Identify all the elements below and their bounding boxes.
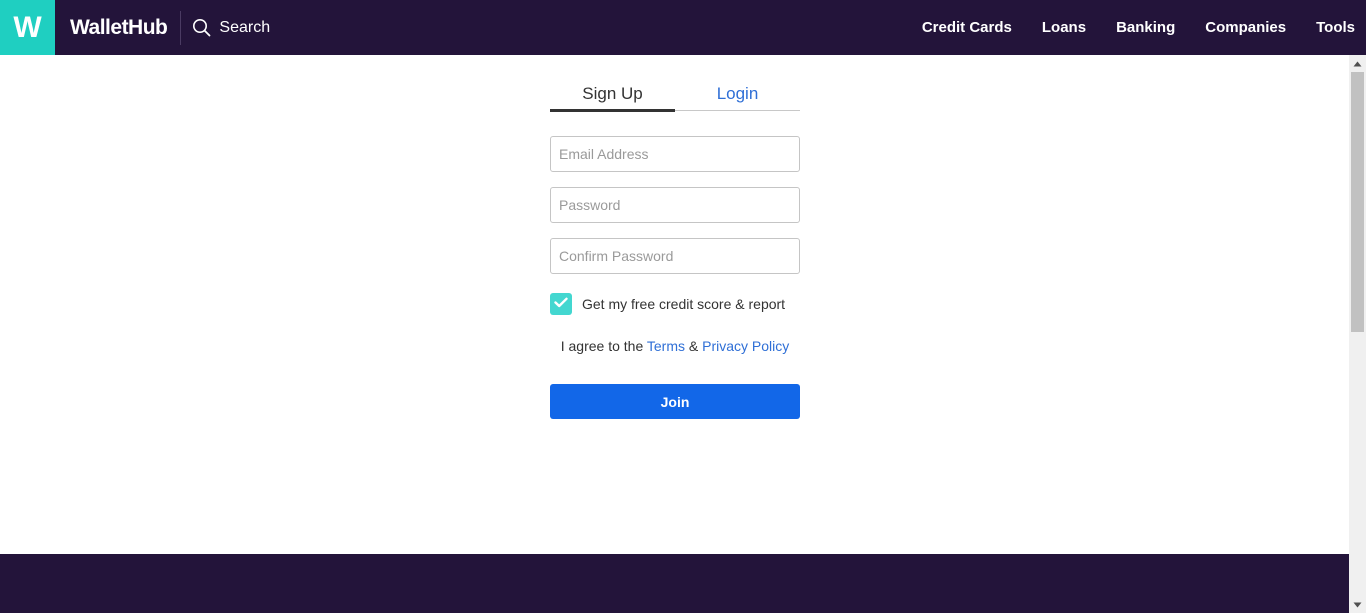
logo-letter: W <box>13 10 42 44</box>
nav-item-banking[interactable]: Banking <box>1116 2 1175 54</box>
join-button[interactable]: Join <box>550 384 800 419</box>
email-field[interactable] <box>550 136 800 172</box>
search-icon <box>192 18 211 37</box>
tab-login[interactable]: Login <box>675 78 800 110</box>
nav-item-tools[interactable]: Tools <box>1316 2 1355 54</box>
terms-link[interactable]: Terms <box>647 338 685 354</box>
brand-name[interactable]: WalletHub <box>70 10 182 45</box>
confirm-password-field[interactable] <box>550 238 800 274</box>
footer <box>0 554 1349 613</box>
search-label: Search <box>219 18 271 36</box>
signup-form: Sign Up Login Get my free credit score &… <box>550 78 800 419</box>
wallethub-logo-icon[interactable]: W <box>0 0 55 55</box>
auth-tabs: Sign Up Login <box>550 78 800 112</box>
privacy-policy-link[interactable]: Privacy Policy <box>702 338 789 354</box>
nav-item-loans[interactable]: Loans <box>1042 2 1086 54</box>
arrow-down-icon[interactable] <box>1349 596 1366 613</box>
page: W WalletHub Search Credit Cards Loans Ba… <box>0 0 1366 613</box>
top-header: W WalletHub Search Credit Cards Loans Ba… <box>0 0 1366 55</box>
password-field[interactable] <box>550 187 800 223</box>
vertical-scrollbar[interactable] <box>1349 55 1366 613</box>
main-nav: Credit Cards Loans Banking Companies Too… <box>892 0 1355 55</box>
credit-score-checkbox[interactable] <box>550 293 572 315</box>
scrollbar-thumb[interactable] <box>1351 72 1364 332</box>
nav-item-companies[interactable]: Companies <box>1205 2 1286 54</box>
credit-score-checkbox-label: Get my free credit score & report <box>582 296 786 312</box>
agree-amp: & <box>685 338 703 354</box>
arrow-up-icon[interactable] <box>1349 55 1366 72</box>
checkmark-icon <box>554 295 568 313</box>
credit-score-checkbox-row[interactable]: Get my free credit score & report <box>550 293 800 315</box>
agree-prefix: I agree to the <box>560 338 647 354</box>
search-button[interactable]: Search <box>192 11 270 45</box>
nav-item-credit-cards[interactable]: Credit Cards <box>922 2 1012 54</box>
tab-sign-up[interactable]: Sign Up <box>550 78 675 112</box>
terms-agreement: I agree to the Terms & Privacy Policy <box>550 338 800 354</box>
